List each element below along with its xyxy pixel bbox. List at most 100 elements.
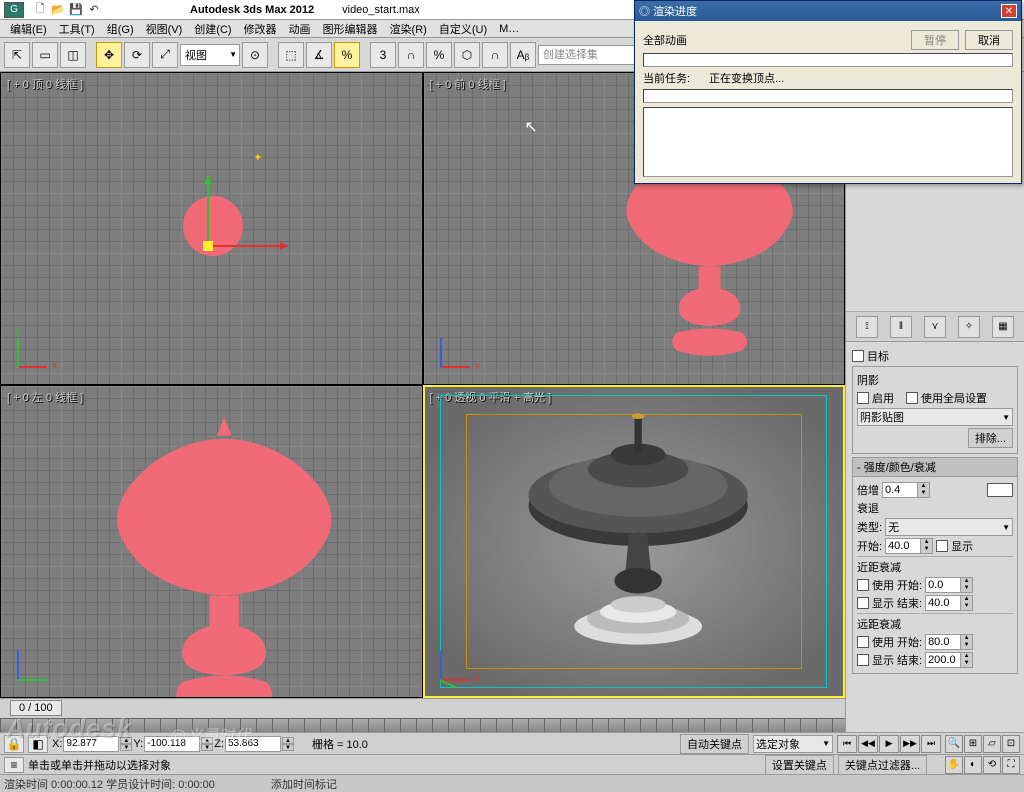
decay-show-checkbox[interactable] xyxy=(936,540,948,552)
menu-anim[interactable]: 动画 xyxy=(285,20,315,38)
save-icon[interactable]: 💾 xyxy=(68,2,84,18)
open-icon[interactable]: 📂 xyxy=(50,2,66,18)
add-time-tag[interactable]: 添加时间标记 xyxy=(271,776,337,792)
prompt-text: 单击或单击并拖动以选择对象 xyxy=(28,757,288,773)
pan-icon[interactable]: ✋ xyxy=(945,756,963,774)
watermark: Autodesk xyxy=(6,713,132,744)
file-name: video_start.max xyxy=(342,4,420,16)
goto-end-icon[interactable]: ⏭ xyxy=(921,735,941,753)
walk-icon[interactable]: ◐ xyxy=(964,756,982,774)
cancel-button[interactable]: 取消 xyxy=(965,30,1013,50)
decay-type-combo[interactable]: 无 xyxy=(885,518,1013,536)
far-end-spinner[interactable]: ▲▼ xyxy=(925,652,973,668)
menu-create[interactable]: 创建(C) xyxy=(190,20,235,38)
zoom-ext-icon[interactable]: ⊡ xyxy=(1002,735,1020,753)
axis-gizmo-icon xyxy=(7,641,57,691)
shadow-enable-checkbox[interactable] xyxy=(857,392,869,404)
zoom-icon[interactable]: 🔍 xyxy=(945,735,963,753)
task-progress xyxy=(643,89,1013,103)
angle-snap-icon[interactable]: ∡ xyxy=(306,42,332,68)
setkey-button[interactable]: 设置关键点 xyxy=(765,755,834,775)
exclude-button[interactable]: 排除... xyxy=(968,428,1013,448)
color-swatch[interactable] xyxy=(987,483,1013,497)
play-icon[interactable]: ▶ xyxy=(879,735,899,753)
dialog-title: 渲染进度 xyxy=(653,6,697,18)
pause-icon[interactable]: ‖ xyxy=(890,316,912,338)
far-use-checkbox[interactable] xyxy=(857,636,869,648)
move-icon[interactable]: ✥ xyxy=(96,42,122,68)
light-icon[interactable]: ✧ xyxy=(958,316,980,338)
viewport-left[interactable]: [ + 0 左 0 线框 ] xyxy=(0,385,423,698)
near-show-checkbox[interactable] xyxy=(857,597,869,609)
status-bar-3: 渲染时间 0:00:00.12 学员设计时间: 0:00:00 添加时间标记 xyxy=(0,774,1024,792)
setup-icon[interactable]: ▦ xyxy=(992,316,1014,338)
script-icon[interactable]: ≡ xyxy=(4,757,24,773)
snap-icon[interactable]: ⬚ xyxy=(278,42,304,68)
axis-gizmo-icon xyxy=(7,328,57,378)
menu-maxscript[interactable]: M… xyxy=(495,22,523,36)
keyfilter-button[interactable]: 关键点过滤器... xyxy=(838,755,927,775)
undo-icon[interactable]: ↶ xyxy=(86,2,102,18)
goto-start-icon[interactable]: ⏮ xyxy=(837,735,857,753)
spinner-snap-icon[interactable]: ∩ xyxy=(482,42,508,68)
next-frame-icon[interactable]: ▶▶ xyxy=(900,735,920,753)
select-region-icon[interactable]: ◫ xyxy=(60,42,86,68)
status-bar: 🔒 ◧ X:▲▼ Y:▲▼ Z:▲▼ 栅格 = 10.0 自动关键点 选定对象 … xyxy=(0,732,1024,754)
menu-edit[interactable]: 编辑(E) xyxy=(6,20,51,38)
prev-frame-icon[interactable]: ◀◀ xyxy=(858,735,878,753)
snap-s-icon[interactable]: ⬡ xyxy=(454,42,480,68)
select-icon[interactable]: ▭ xyxy=(32,42,58,68)
task-text: 正在变换顶点... xyxy=(709,70,784,86)
pause-button[interactable]: 暂停 xyxy=(911,30,959,50)
axis-gizmo-icon xyxy=(430,641,480,691)
menu-custom[interactable]: 自定义(U) xyxy=(435,20,491,38)
app-logo-icon[interactable]: G xyxy=(4,2,24,18)
keymode-combo[interactable]: 选定对象 xyxy=(753,735,833,753)
pin-icon[interactable]: ⟟ xyxy=(856,316,878,338)
maximize-icon[interactable]: ⛶ xyxy=(1002,756,1020,774)
rotate-icon[interactable]: ⟳ xyxy=(124,42,150,68)
viewport-perspective[interactable]: [ + 0 透视 0 平滑 + 高光 ] xyxy=(423,385,846,698)
tweak-icon[interactable]: ⋎ xyxy=(924,316,946,338)
pivot-icon[interactable]: ⊙ xyxy=(242,42,268,68)
new-icon[interactable]: 🗋 xyxy=(32,2,48,18)
fov-icon[interactable]: ▱ xyxy=(983,735,1001,753)
watermark2: @义量时代 xyxy=(170,722,250,746)
snap3-icon[interactable]: 3 xyxy=(370,42,396,68)
app-title: Autodesk 3ds Max 2012 xyxy=(190,4,314,16)
far-start-spinner[interactable]: ▲▼ xyxy=(925,634,973,650)
named-selset-icon[interactable]: Aᵦ xyxy=(510,42,536,68)
multiplier-spinner[interactable]: ▲▼ xyxy=(882,482,930,498)
menu-group[interactable]: 组(G) xyxy=(103,20,138,38)
percent-snap-icon[interactable]: % xyxy=(334,42,360,68)
use-global-checkbox[interactable] xyxy=(906,392,918,404)
refcoord-combo[interactable]: 视图 xyxy=(180,44,240,66)
orbit-icon[interactable]: ⟲ xyxy=(983,756,1001,774)
snap-p-icon[interactable]: % xyxy=(426,42,452,68)
dialog-icon: ◎ xyxy=(639,6,653,18)
close-icon[interactable]: ✕ xyxy=(1001,4,1017,18)
status-bar-2: ≡ 单击或单击并拖动以选择对象 设置关键点 关键点过滤器... ✋ ◐ ⟲ ⛶ xyxy=(0,754,1024,774)
playback-controls: ⏮ ◀◀ ▶ ▶▶ ⏭ xyxy=(837,735,941,753)
overall-progress xyxy=(643,53,1013,67)
near-end-spinner[interactable]: ▲▼ xyxy=(925,595,973,611)
far-show-checkbox[interactable] xyxy=(857,654,869,666)
viewport-top[interactable]: [ + 0 顶 0 线框 ] ✦ xyxy=(0,72,423,385)
target-checkbox[interactable] xyxy=(852,350,864,362)
autokey-button[interactable]: 自动关键点 xyxy=(680,734,749,754)
menu-modifier[interactable]: 修改器 xyxy=(240,20,281,38)
select-link-icon[interactable]: ⇱ xyxy=(4,42,30,68)
menu-view[interactable]: 视图(V) xyxy=(142,20,187,38)
selection-set-input[interactable]: 创建选择集 xyxy=(538,45,648,65)
decay-start-spinner[interactable]: ▲▼ xyxy=(885,538,933,554)
log-box xyxy=(643,107,1013,177)
menu-graph[interactable]: 图形编辑器 xyxy=(319,20,382,38)
snap-a-icon[interactable]: ∩ xyxy=(398,42,424,68)
near-use-checkbox[interactable] xyxy=(857,579,869,591)
menu-render[interactable]: 渲染(R) xyxy=(386,20,431,38)
zoom-all-icon[interactable]: ⊞ xyxy=(964,735,982,753)
menu-tools[interactable]: 工具(T) xyxy=(55,20,99,38)
shadow-type-combo[interactable]: 阴影贴图 xyxy=(857,408,1013,426)
scale-icon[interactable]: ⤢ xyxy=(152,42,178,68)
near-start-spinner[interactable]: ▲▼ xyxy=(925,577,973,593)
